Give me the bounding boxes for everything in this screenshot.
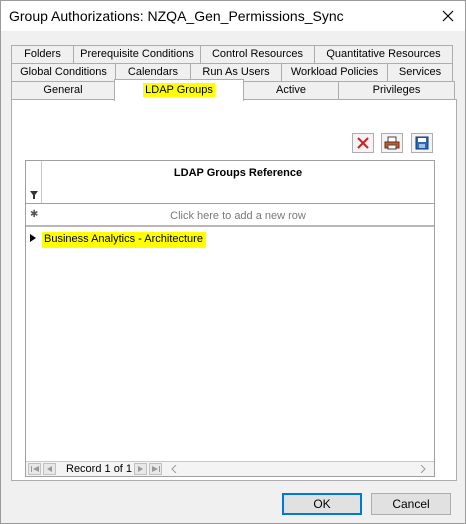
tab-workload-policies[interactable]: Workload Policies [281, 63, 388, 81]
delete-button[interactable] [352, 133, 374, 153]
cancel-button[interactable]: Cancel [371, 493, 451, 515]
last-icon [151, 466, 160, 472]
tab-row-3: General LDAP Groups Active Privileges [11, 79, 455, 101]
group-authorizations-dialog: Group Authorizations: NZQA_Gen_Permissio… [0, 0, 466, 524]
grid-header: LDAP Groups Reference [26, 161, 434, 204]
close-button[interactable] [431, 1, 465, 31]
tab-global-conditions[interactable]: Global Conditions [11, 63, 116, 81]
scroll-left-icon[interactable] [171, 465, 177, 473]
previous-icon [47, 466, 52, 472]
tab-control-resources[interactable]: Control Resources [200, 45, 315, 63]
next-record-button[interactable] [134, 463, 147, 475]
delete-icon [357, 137, 369, 149]
tab-folders[interactable]: Folders [11, 45, 74, 63]
scroll-right-icon[interactable] [420, 465, 426, 473]
filter-icon[interactable] [30, 191, 38, 199]
new-row-star-icon: ✱ [30, 209, 39, 220]
save-icon [415, 136, 429, 150]
tab-ldap-groups-label: LDAP Groups [143, 83, 215, 97]
print-button[interactable] [381, 133, 403, 153]
tab-services[interactable]: Services [387, 63, 453, 81]
record-navigator: Record 1 of 1 [26, 461, 434, 476]
previous-record-button[interactable] [43, 463, 56, 475]
last-record-button[interactable] [149, 463, 162, 475]
tab-general[interactable]: General [11, 81, 115, 99]
ldap-groups-grid: LDAP Groups Reference ✱ Click here to ad… [25, 160, 435, 477]
tab-ldap-groups[interactable]: LDAP Groups [114, 79, 244, 101]
new-row-prompt: Click here to add a new row [170, 210, 306, 222]
tab-row-1: Folders Prerequisite Conditions Control … [11, 45, 453, 63]
record-status: Record 1 of 1 [66, 463, 133, 475]
close-icon [442, 10, 454, 22]
new-row[interactable]: ✱ Click here to add a new row [26, 205, 434, 227]
ok-button[interactable]: OK [282, 493, 362, 515]
print-icon [384, 136, 400, 150]
save-button[interactable] [411, 133, 433, 153]
column-header-ldap-groups-reference[interactable]: LDAP Groups Reference [42, 167, 434, 179]
tab-privileges[interactable]: Privileges [338, 81, 455, 99]
first-icon [30, 466, 39, 472]
tab-active[interactable]: Active [243, 81, 339, 99]
table-row[interactable]: Business Analytics - Architecture [26, 229, 434, 248]
window-title: Group Authorizations: NZQA_Gen_Permissio… [9, 8, 344, 24]
title-bar: Group Authorizations: NZQA_Gen_Permissio… [1, 1, 465, 31]
next-icon [138, 466, 143, 472]
tab-prerequisite-conditions[interactable]: Prerequisite Conditions [73, 45, 201, 63]
row-selector-header[interactable] [26, 161, 42, 203]
first-record-button[interactable] [28, 463, 41, 475]
ldap-group-cell[interactable]: Business Analytics - Architecture [42, 232, 206, 248]
current-row-arrow-icon [30, 234, 36, 242]
tab-quantitative-resources[interactable]: Quantitative Resources [314, 45, 453, 63]
